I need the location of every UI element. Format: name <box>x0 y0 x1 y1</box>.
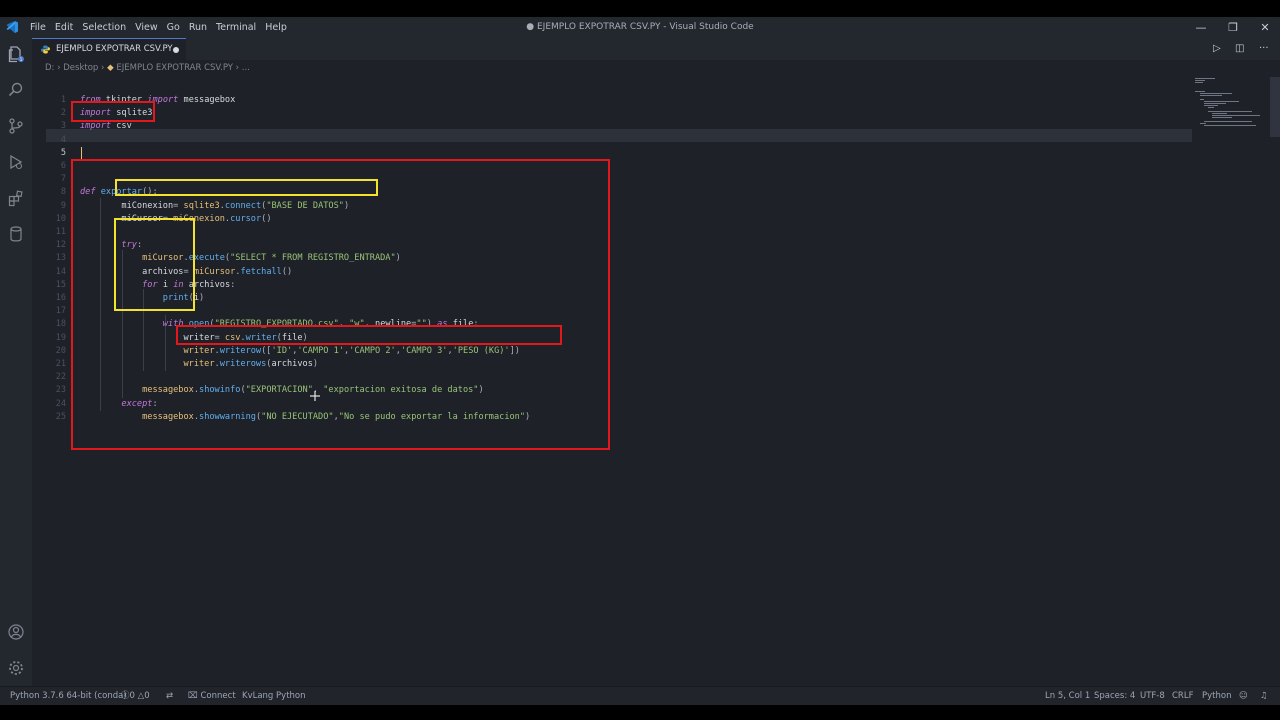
line-number: 9 <box>60 200 66 211</box>
search-icon[interactable] <box>7 81 25 99</box>
python-interpreter[interactable]: Python 3.7.6 64-bit (conda) <box>10 687 127 705</box>
line-number: 23 <box>55 385 66 396</box>
run-debug-icon[interactable] <box>7 153 25 171</box>
more-actions-button[interactable]: ··· <box>1259 38 1269 60</box>
end-of-line[interactable]: CRLF <box>1172 687 1193 705</box>
restore-button[interactable]: ❐ <box>1218 17 1248 38</box>
connect-button[interactable]: ⌧ Connect <box>188 687 236 705</box>
split-editor-button[interactable]: ◫ <box>1235 38 1244 60</box>
line-number: 14 <box>55 266 66 277</box>
cursor-position[interactable]: Ln 5, Col 1 <box>1045 687 1090 705</box>
settings-icon[interactable] <box>7 659 25 677</box>
encoding[interactable]: UTF-8 <box>1140 687 1165 705</box>
language-mode[interactable]: Python <box>1202 687 1231 705</box>
kvlang-item[interactable]: KvLang Python <box>242 687 306 705</box>
line-number: 25 <box>55 411 66 422</box>
connect-label: Connect <box>200 691 236 701</box>
line-number: 16 <box>55 293 66 303</box>
problems-indicator[interactable]: ⓧ0 △0 <box>121 687 150 705</box>
indentation[interactable]: Spaces: 4 <box>1094 687 1135 705</box>
run-file-button[interactable]: ▷ <box>1213 38 1221 60</box>
line-number: 22 <box>55 372 66 383</box>
close-window-button[interactable]: ✕ <box>1250 17 1280 38</box>
annotation-box-connection <box>115 179 378 196</box>
tab-ejemplo-expotrar-csv[interactable]: EJEMPLO EXPOTRAR CSV.PY <box>32 38 186 60</box>
current-line-highlight <box>46 129 1192 142</box>
feedback-icon[interactable]: ☺ <box>1239 687 1248 705</box>
line-number: 13 <box>55 253 66 264</box>
activity-bar: 1 <box>0 38 32 686</box>
line-number: 15 <box>55 279 66 290</box>
account-icon[interactable] <box>7 623 25 641</box>
svg-text:1: 1 <box>20 57 23 63</box>
annotation-box-import-csv <box>71 101 155 122</box>
breadcrumb-folder[interactable]: Desktop <box>63 63 98 73</box>
breadcrumb-more[interactable]: ... <box>242 63 250 73</box>
line-number: 12 <box>55 240 66 251</box>
line-number: 7 <box>60 174 66 185</box>
database-icon[interactable] <box>7 225 25 243</box>
line-number: 20 <box>55 345 66 356</box>
window-title: ● EJEMPLO EXPOTRAR CSV.PY - Visual Studi… <box>526 22 754 32</box>
line-number: 11 <box>55 227 66 237</box>
line-number: 2 <box>60 108 66 119</box>
minimap[interactable] <box>1192 77 1272 157</box>
vertical-scrollbar[interactable] <box>1270 77 1280 137</box>
code-line[interactable]: import csv <box>80 120 132 133</box>
line-number: 18 <box>55 319 66 330</box>
line-number: 19 <box>55 332 66 343</box>
status-bar: Python 3.7.6 64-bit (conda) ⓧ0 △0 ⇄ ⌧ Co… <box>0 686 1280 705</box>
line-number: 17 <box>55 306 66 317</box>
explorer-icon[interactable]: 1 <box>7 45 25 63</box>
python-file-icon <box>41 45 50 54</box>
minimize-button[interactable]: — <box>1186 17 1216 38</box>
tab-label: EJEMPLO EXPOTRAR CSV.PY <box>56 44 173 54</box>
breadcrumb-drive[interactable]: D: <box>45 63 54 73</box>
line-number: 1 <box>60 95 66 105</box>
breadcrumb: D: › Desktop › ◆ EJEMPLO EXPOTRAR CSV.PY… <box>45 63 250 73</box>
crosshair-cursor-icon <box>310 391 320 401</box>
title-bar: File Edit Selection View Go Run Terminal… <box>0 17 1280 38</box>
vscode-window: File Edit Selection View Go Run Terminal… <box>0 17 1280 705</box>
breadcrumb-file[interactable]: EJEMPLO EXPOTRAR CSV.PY <box>116 63 233 73</box>
line-number: 6 <box>60 161 66 171</box>
line-number: 5 <box>60 147 66 158</box>
line-number: 3 <box>60 121 66 132</box>
python-file-icon: ◆ <box>107 63 114 73</box>
extensions-icon[interactable] <box>7 189 25 207</box>
plug-icon: ⌧ <box>188 691 201 701</box>
error-icon: ⓧ <box>121 691 130 701</box>
unsaved-dot-icon[interactable] <box>173 47 179 53</box>
line-number: 8 <box>60 187 66 198</box>
source-control-icon[interactable] <box>7 117 25 135</box>
bell-icon[interactable]: ♫ <box>1260 687 1268 705</box>
error-count: 0 <box>129 691 135 701</box>
line-number: 4 <box>60 134 66 145</box>
line-number: 10 <box>55 213 66 224</box>
sync-icon[interactable]: ⇄ <box>166 687 173 705</box>
tab-bar: EJEMPLO EXPOTRAR CSV.PY ▷ ◫ ··· <box>32 38 1280 60</box>
line-number: 24 <box>55 398 66 409</box>
annotation-box-writerow <box>176 325 562 345</box>
warning-count: 0 <box>144 691 150 701</box>
line-number: 21 <box>55 359 66 369</box>
annotation-box-try <box>114 218 195 311</box>
